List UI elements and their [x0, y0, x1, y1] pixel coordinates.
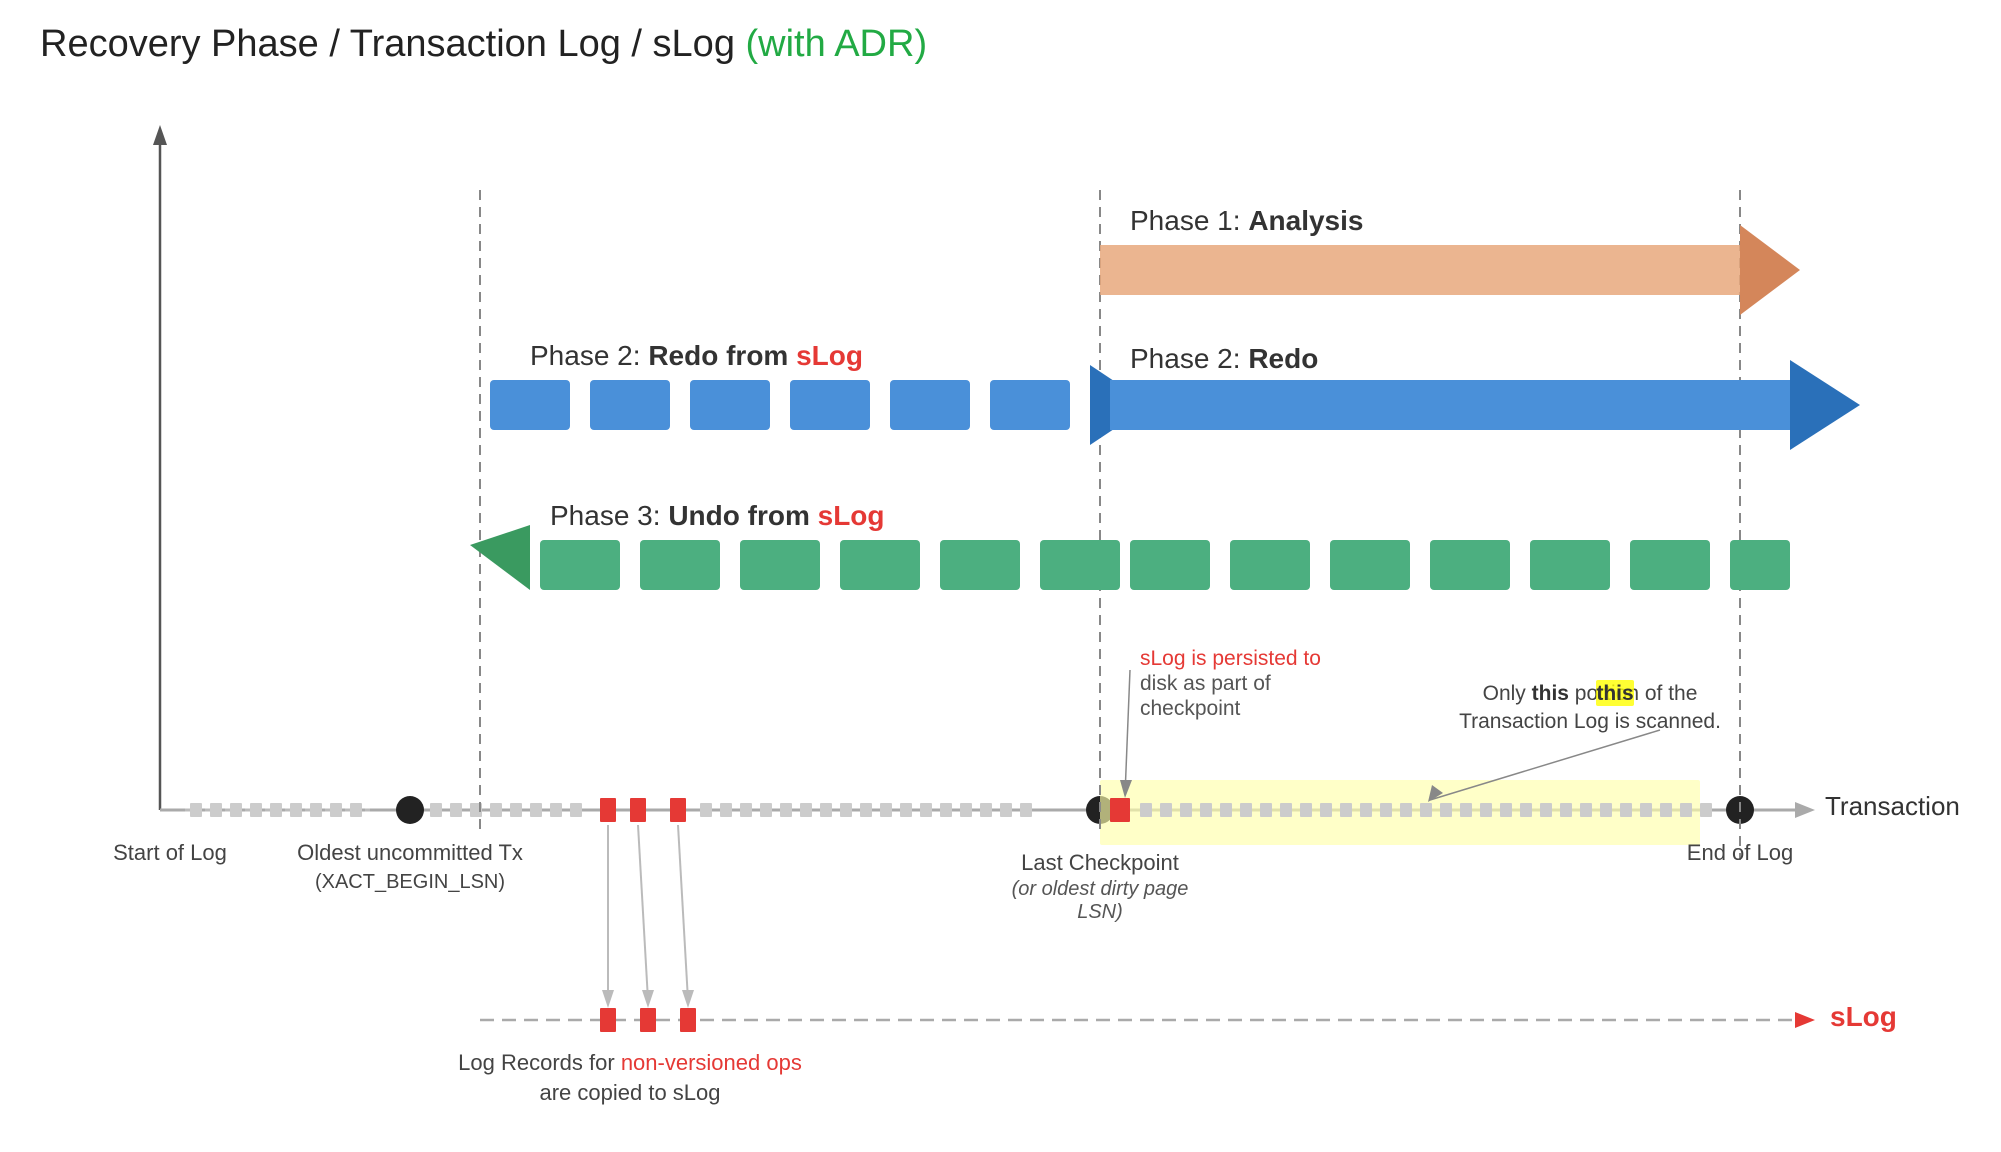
slog-persisted-label3: checkpoint — [1140, 697, 1241, 720]
this-highlight: this — [1596, 682, 1633, 705]
tx-log-scanned-label: Transaction Log is scanned. — [1459, 710, 1721, 733]
page-container: Recovery Phase / Transaction Log / sLog … — [0, 0, 2001, 1152]
page-title: Recovery Phase / Transaction Log / sLog … — [40, 20, 1961, 69]
diagram-area: Transaction Log — [40, 110, 1960, 1130]
phase1-label: Phase 1: Analysis — [1130, 205, 1363, 236]
log-records-label: Log Records for non-versioned ops — [458, 1050, 802, 1075]
start-of-log-label: Start of Log — [113, 840, 227, 865]
phase3-undo-slog-label: Phase 3: Undo from sLog — [550, 500, 885, 531]
phase2-redo-slog-label: Phase 2: Redo from sLog — [530, 340, 863, 371]
last-checkpoint-sublabel2: LSN) — [1077, 901, 1123, 923]
slog-label: sLog — [1830, 1001, 1897, 1032]
last-checkpoint-sublabel: (or oldest dirty page — [1012, 878, 1189, 900]
end-of-log-label: End of Log — [1687, 840, 1793, 865]
oldest-tx-label: Oldest uncommitted Tx — [297, 840, 523, 865]
copied-to-slog-label: are copied to sLog — [539, 1080, 720, 1105]
last-checkpoint-label: Last Checkpoint — [1021, 850, 1179, 875]
phase2-redo-label: Phase 2: Redo — [1130, 343, 1318, 374]
transaction-log-label: Transaction Log — [1825, 791, 1960, 821]
oldest-tx-sublabel: (XACT_BEGIN_LSN) — [315, 871, 505, 893]
slog-persisted-label2: disk as part of — [1140, 672, 1271, 695]
slog-persisted-label: sLog is persisted to — [1140, 647, 1321, 670]
only-this-label: Only this portion of the — [1483, 682, 1698, 705]
